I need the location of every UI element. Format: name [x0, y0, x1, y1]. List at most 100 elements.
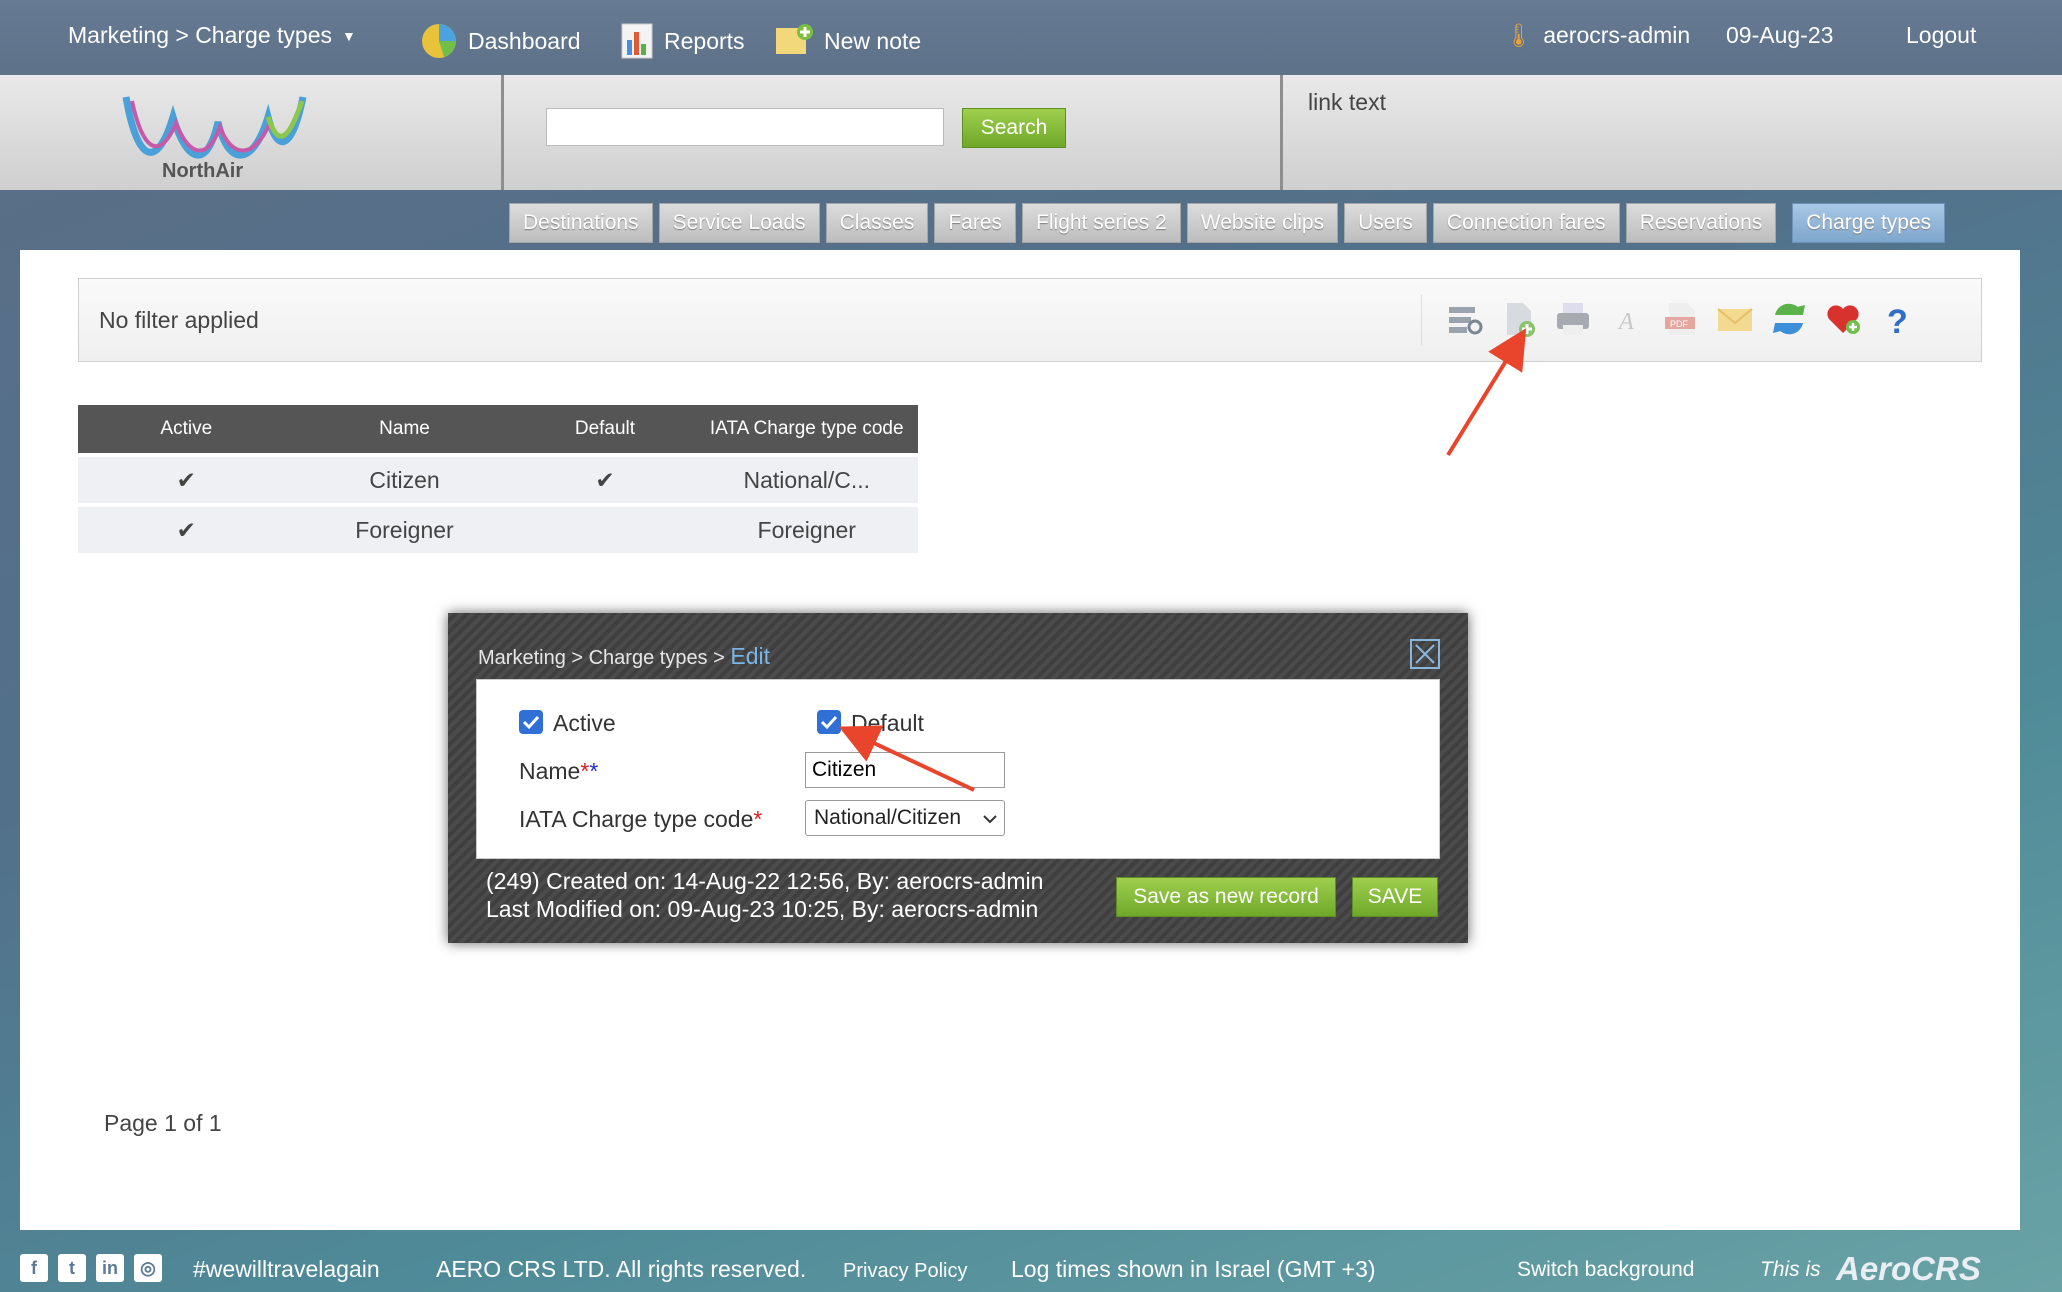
active-check-icon: ✔: [78, 503, 295, 553]
current-date: 09-Aug-23: [1726, 22, 1834, 48]
help-icon[interactable]: ?: [1877, 299, 1917, 339]
footer: f t in ◎ #wewilltravelagain AERO CRS LTD…: [0, 1232, 2062, 1292]
pdf-icon[interactable]: PDF: [1661, 299, 1701, 339]
breadcrumb-menu-label: Marketing > Charge types: [68, 22, 332, 48]
close-icon[interactable]: [1410, 639, 1440, 669]
table-row[interactable]: ✔ Citizen ✔ National/C...: [78, 453, 918, 503]
logo-text: NorthAir: [162, 160, 243, 182]
default-check-icon: ✔: [514, 453, 696, 503]
top-bar: Marketing > Charge types ▼ Dashboard Rep…: [0, 0, 2062, 75]
record-metadata: (249) Created on: 14-Aug-22 12:56, By: a…: [486, 867, 1043, 923]
tab-flight-series-2[interactable]: Flight series 2: [1022, 203, 1181, 243]
refresh-icon[interactable]: [1769, 299, 1809, 339]
edit-dialog: Marketing > Charge types > Edit Active D…: [448, 613, 1468, 943]
search-button[interactable]: Search: [962, 108, 1066, 148]
tab-reservations[interactable]: Reservations: [1625, 203, 1777, 243]
active-checkbox[interactable]: [519, 710, 543, 734]
col-name[interactable]: Name: [294, 405, 515, 453]
charge-types-table: Active Name Default IATA Charge type cod…: [78, 405, 918, 553]
cell-code: Foreigner: [695, 503, 918, 553]
linkedin-icon[interactable]: in: [96, 1254, 124, 1282]
module-tabs: Destinations Service Loads Classes Fares…: [509, 203, 1946, 243]
northair-logo: NorthAir: [122, 96, 307, 182]
modified-info: Last Modified on: 09-Aug-23 10:25, By: a…: [486, 896, 1039, 922]
chevron-down-icon: [983, 815, 997, 824]
col-active[interactable]: Active: [78, 405, 295, 453]
col-iata-code[interactable]: IATA Charge type code: [695, 405, 918, 453]
username: aerocrs-admin: [1543, 22, 1691, 48]
default-checkbox[interactable]: [817, 710, 841, 734]
col-default[interactable]: Default: [514, 405, 696, 453]
reports-link[interactable]: Reports: [620, 22, 745, 60]
aerocrs-logo: AeroCRS: [1836, 1250, 1981, 1287]
print-icon[interactable]: [1553, 299, 1593, 339]
hashtag: #wewilltravelagain: [193, 1256, 380, 1282]
required-marker: *: [753, 806, 763, 832]
tab-service-loads[interactable]: Service Loads: [658, 203, 820, 243]
dashboard-link[interactable]: Dashboard: [420, 22, 581, 60]
required-marker-secondary: *: [589, 758, 599, 784]
privacy-policy-link[interactable]: Privacy Policy: [843, 1260, 967, 1283]
edit-form: Active Default Name** IATA Charge type c…: [476, 679, 1440, 859]
user-icon: 🌡: [1504, 22, 1534, 48]
iata-code-label: IATA Charge type code*: [519, 806, 762, 833]
instagram-icon[interactable]: ◎: [134, 1254, 162, 1282]
tab-connection-fares[interactable]: Connection fares: [1432, 203, 1620, 243]
name-label-text: Name: [519, 758, 581, 784]
link-text[interactable]: link text: [1308, 89, 1386, 116]
filter-icon[interactable]: [1445, 299, 1485, 339]
default-label: Default: [851, 710, 924, 736]
favorite-icon[interactable]: [1823, 299, 1863, 339]
svg-text:?: ?: [1887, 303, 1908, 339]
save-as-new-button[interactable]: Save as new record: [1116, 877, 1336, 917]
tab-fares[interactable]: Fares: [934, 203, 1017, 243]
iata-code-value: National/Citizen: [814, 806, 962, 829]
cell-name: Foreigner: [294, 503, 515, 553]
cell-code: National/C...: [695, 453, 918, 503]
table-header-row: Active Name Default IATA Charge type cod…: [78, 405, 918, 453]
filter-status: No filter applied: [99, 307, 259, 333]
this-is-label: This is: [1760, 1258, 1821, 1281]
font-icon[interactable]: A: [1607, 299, 1647, 339]
pie-chart-icon: [422, 24, 456, 58]
email-icon[interactable]: [1715, 299, 1755, 339]
cell-name: Citizen: [294, 453, 515, 503]
bar-chart-icon: [621, 23, 653, 59]
facebook-icon[interactable]: f: [20, 1254, 48, 1282]
dialog-mode: Edit: [730, 643, 770, 669]
name-label: Name**: [519, 758, 598, 785]
tab-charge-types[interactable]: Charge types: [1792, 203, 1946, 243]
name-field[interactable]: [805, 752, 1005, 788]
user-menu[interactable]: 🌡 aerocrs-admin: [1504, 22, 1690, 49]
iata-code-select[interactable]: National/Citizen: [805, 800, 1005, 836]
svg-text:PDF: PDF: [1670, 319, 1689, 329]
new-note-label: New note: [824, 27, 922, 54]
tab-destinations[interactable]: Destinations: [509, 203, 653, 243]
header: NorthAir Search link text: [0, 75, 2062, 190]
default-check-icon: [514, 503, 696, 553]
log-times-note: Log times shown in Israel (GMT +3): [1011, 1256, 1376, 1282]
checkmark-icon: [820, 715, 838, 730]
checkmark-icon: [522, 715, 540, 730]
caret-down-icon: ▼: [342, 27, 356, 44]
tab-users[interactable]: Users: [1344, 203, 1427, 243]
tab-classes[interactable]: Classes: [825, 203, 929, 243]
note-add-icon: [776, 24, 813, 54]
dialog-breadcrumb-path: Marketing > Charge types >: [478, 647, 731, 669]
twitter-icon[interactable]: t: [58, 1254, 86, 1282]
search-input[interactable]: [546, 108, 944, 146]
save-button[interactable]: SAVE: [1352, 877, 1438, 917]
active-check-icon: ✔: [78, 453, 295, 503]
created-info: (249) Created on: 14-Aug-22 12:56, By: a…: [486, 868, 1044, 894]
breadcrumb-menu[interactable]: Marketing > Charge types ▼: [68, 22, 356, 49]
dialog-breadcrumb: Marketing > Charge types > Edit: [478, 643, 770, 670]
add-record-icon[interactable]: [1499, 299, 1539, 339]
new-note-link[interactable]: New note: [774, 22, 921, 60]
switch-background-link[interactable]: Switch background: [1517, 1258, 1694, 1282]
filter-bar: No filter applied A PDF ?: [78, 278, 1982, 362]
logout-link[interactable]: Logout: [1906, 22, 1976, 49]
tab-website-clips[interactable]: Website clips: [1186, 203, 1339, 243]
required-marker: *: [580, 758, 590, 784]
svg-text:A: A: [1617, 309, 1634, 335]
table-row[interactable]: ✔ Foreigner Foreigner: [78, 503, 918, 553]
